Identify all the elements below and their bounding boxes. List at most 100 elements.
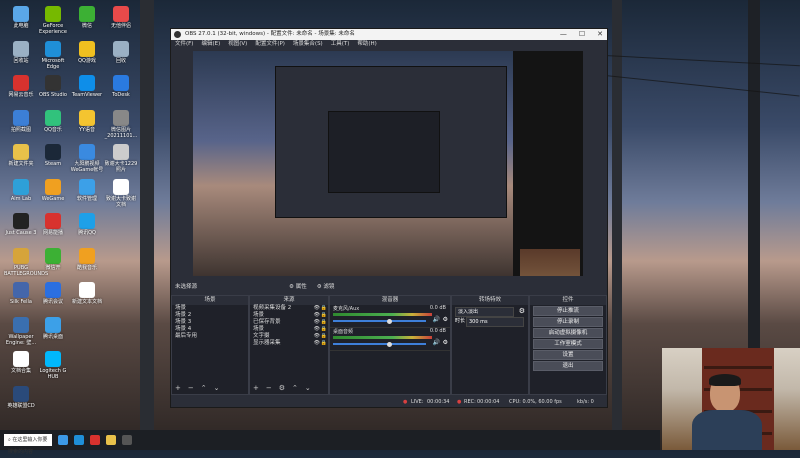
- scene-item[interactable]: 场景 3: [172, 319, 248, 326]
- edge-icon[interactable]: [74, 435, 84, 445]
- scene-item[interactable]: 场景 4: [172, 326, 248, 333]
- obs-preview[interactable]: [193, 51, 583, 276]
- desktop-icon[interactable]: Aim Lab: [4, 177, 38, 202]
- move-down-button[interactable]: ⌄: [214, 384, 220, 392]
- lock-icon[interactable]: 🔒: [321, 333, 327, 340]
- desktop-icon[interactable]: Steam: [36, 142, 70, 167]
- lock-icon[interactable]: 🔒: [321, 326, 327, 333]
- file-explorer-icon[interactable]: [106, 435, 116, 445]
- remove-source-button[interactable]: −: [266, 384, 272, 392]
- visibility-eye-icon[interactable]: 👁: [314, 326, 320, 333]
- source-item[interactable]: 文字摄 👁 🔒: [250, 333, 328, 340]
- add-scene-button[interactable]: +: [175, 384, 181, 392]
- source-item[interactable]: 场景 👁 🔒: [250, 326, 328, 333]
- lock-icon[interactable]: 🔒: [321, 319, 327, 326]
- volume-slider[interactable]: [333, 320, 426, 322]
- desktop-icon[interactable]: 回收: [104, 39, 138, 64]
- speaker-icon[interactable]: 🔊: [433, 339, 440, 346]
- control-button[interactable]: 设置: [533, 350, 603, 360]
- netease-icon[interactable]: [90, 435, 100, 445]
- source-item[interactable]: 已保存背景 👁 🔒: [250, 319, 328, 326]
- lock-icon[interactable]: 🔒: [321, 312, 327, 319]
- desktop-icon[interactable]: GeForce Experience: [36, 4, 70, 35]
- visibility-eye-icon[interactable]: 👁: [314, 312, 320, 319]
- volume-slider-knob[interactable]: [387, 318, 392, 324]
- desktop-icon[interactable]: 新建文件夹: [4, 142, 38, 167]
- desktop-icon[interactable]: 微信: [70, 4, 104, 29]
- desktop-icon[interactable]: 酷我音乐: [70, 246, 104, 271]
- visibility-eye-icon[interactable]: 👁: [314, 319, 320, 326]
- menu-item[interactable]: 视图(V): [228, 40, 247, 49]
- desktop-icon[interactable]: 腾讯会议: [36, 280, 70, 305]
- desktop-icon[interactable]: 回收站: [4, 39, 38, 64]
- menu-item[interactable]: 编辑(E): [201, 40, 220, 49]
- desktop-icon[interactable]: 致谢大卡1229照片: [104, 142, 138, 173]
- close-button[interactable]: ✕: [597, 29, 603, 40]
- control-button[interactable]: 启动虚拟摄像机: [533, 328, 603, 338]
- desktop-icon[interactable]: 此电脑: [4, 4, 38, 29]
- channel-settings-icon[interactable]: ⚙: [443, 316, 448, 323]
- desktop-icon[interactable]: ToDesk: [104, 73, 138, 98]
- desktop-icon[interactable]: 拍照截图: [4, 108, 38, 133]
- source-item[interactable]: 视频采集设备 2 👁 🔒: [250, 305, 328, 312]
- desktop-icon[interactable]: 微信图片_20211101...: [104, 108, 138, 139]
- lock-icon[interactable]: 🔒: [321, 340, 327, 347]
- desktop-icon[interactable]: 英雄联盟CD: [4, 384, 38, 409]
- taskbar-search-input[interactable]: ⌕ 在这里输入你要搜索的内容: [4, 434, 52, 455]
- desktop-icon[interactable]: 腾讯桌面: [36, 315, 70, 340]
- control-button[interactable]: 退出: [533, 361, 603, 371]
- menu-item[interactable]: 场景集合(S): [293, 40, 323, 49]
- desktop-icon[interactable]: QQ音乐: [36, 108, 70, 133]
- control-button[interactable]: 停止推流: [533, 306, 603, 316]
- move-up-button[interactable]: ⌃: [201, 384, 207, 392]
- control-button[interactable]: 工作室模式: [533, 339, 603, 349]
- desktop-icon[interactable]: 腾讯QQ: [70, 211, 104, 236]
- desktop-icon[interactable]: Logitech G HUB: [36, 349, 70, 380]
- desktop-icon[interactable]: TeamViewer: [70, 73, 104, 98]
- source-settings-icon[interactable]: ⚙: [279, 384, 285, 392]
- desktop-icon[interactable]: PUBG BATTLEGROUNDS: [4, 246, 48, 277]
- speaker-icon[interactable]: 🔊: [433, 316, 440, 323]
- minimize-button[interactable]: —: [560, 29, 567, 40]
- maximize-button[interactable]: ☐: [579, 29, 585, 40]
- volume-slider[interactable]: [333, 343, 426, 345]
- menu-item[interactable]: 配置文件(P): [255, 40, 285, 49]
- transition-type-select[interactable]: 淡入淡出: [455, 307, 514, 317]
- source-item[interactable]: 场景 👁 🔒: [250, 312, 328, 319]
- visibility-eye-icon[interactable]: 👁: [314, 340, 320, 347]
- desktop-icon[interactable]: 文档合集: [4, 349, 38, 374]
- desktop-icon[interactable]: Wallpaper Engine: 壁...: [4, 315, 38, 346]
- menu-item[interactable]: 文件(F): [175, 40, 193, 49]
- filters-button[interactable]: ⚙ 滤镜: [317, 283, 335, 292]
- desktop-icon[interactable]: 微信开: [36, 246, 70, 271]
- scene-item[interactable]: 场景 2: [172, 312, 248, 319]
- visibility-eye-icon[interactable]: 👁: [314, 333, 320, 340]
- channel-settings-icon[interactable]: ⚙: [443, 339, 448, 346]
- desktop-icon[interactable]: Microsoft Edge: [36, 39, 70, 70]
- desktop-icon[interactable]: 无他伴侣: [104, 4, 138, 29]
- desktop-icon[interactable]: Just Cause 3: [4, 211, 38, 236]
- desktop-icon[interactable]: 九阳鹏视频WeGame帐号: [70, 142, 104, 173]
- visibility-eye-icon[interactable]: 👁: [314, 305, 320, 312]
- desktop-icon[interactable]: WeGame: [36, 177, 70, 202]
- volume-slider-knob[interactable]: [387, 341, 392, 347]
- lock-icon[interactable]: 🔒: [321, 305, 327, 312]
- transition-settings-icon[interactable]: ⚙: [519, 307, 525, 315]
- scene-item[interactable]: 最后专用: [172, 333, 248, 340]
- source-item[interactable]: 显示器采集 👁 🔒: [250, 340, 328, 347]
- remove-scene-button[interactable]: −: [188, 384, 194, 392]
- desktop-icon[interactable]: 软件管理: [70, 177, 104, 202]
- scene-item[interactable]: 场景: [172, 305, 248, 312]
- properties-button[interactable]: ⚙ 属性: [289, 283, 307, 292]
- menu-item[interactable]: 工具(T): [331, 40, 350, 49]
- desktop-icon[interactable]: 网易云音乐: [4, 73, 38, 98]
- menu-item[interactable]: 帮助(H): [357, 40, 376, 49]
- desktop-icon[interactable]: QQ游戏: [70, 39, 104, 64]
- desktop-icon[interactable]: YY语音: [70, 108, 104, 133]
- move-down-button[interactable]: ⌄: [305, 384, 311, 392]
- duration-input[interactable]: 300 ms: [466, 317, 524, 327]
- desktop-icon[interactable]: 网易能播: [36, 211, 70, 236]
- desktop-icon[interactable]: 致谢大卡致谢文档: [104, 177, 138, 208]
- move-up-button[interactable]: ⌃: [292, 384, 298, 392]
- add-source-button[interactable]: +: [253, 384, 259, 392]
